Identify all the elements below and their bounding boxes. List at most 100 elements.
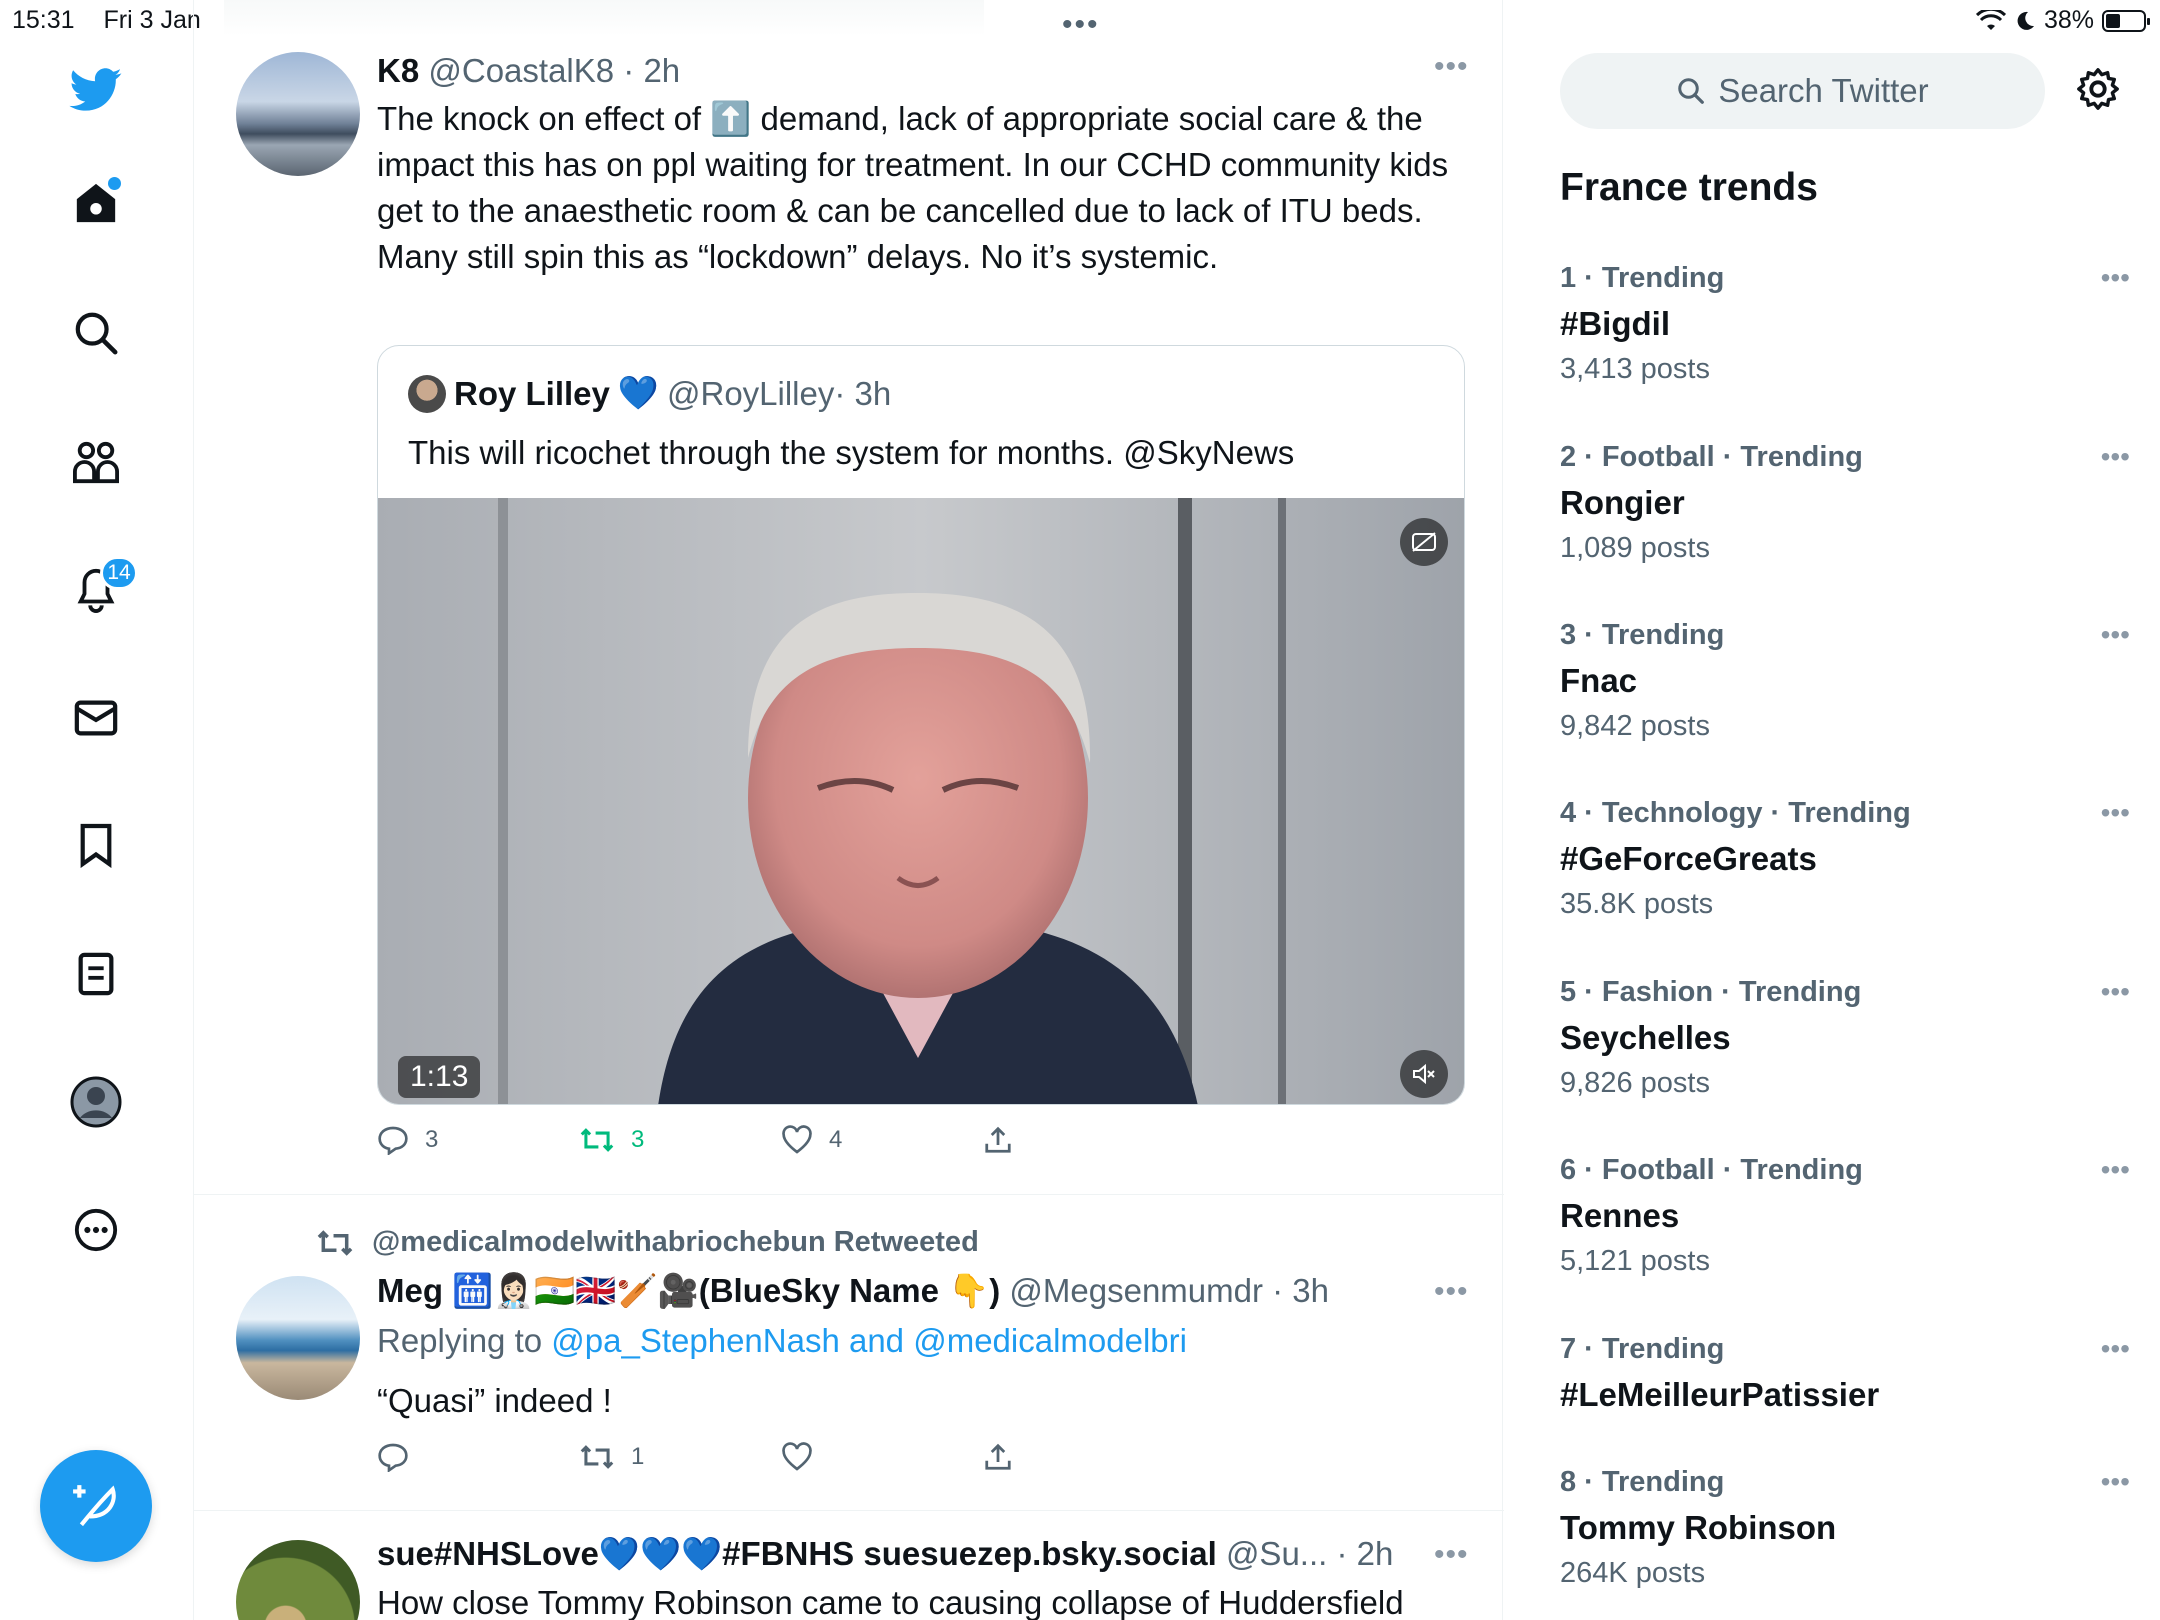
like-count: 4 [829,1126,843,1153]
video-player[interactable]: 1:13 [378,498,1464,1104]
quote-text: This will ricochet through the system fo… [408,434,1295,471]
explore-search-icon[interactable] [66,303,126,363]
like-button[interactable]: 4 [781,1125,983,1155]
tweet-time: · 3h [1262,1272,1330,1309]
reply-button[interactable] [377,1442,579,1472]
tweet-text: “Quasi” indeed ! [377,1382,612,1419]
share-button[interactable] [983,1125,1185,1155]
retweet-button[interactable]: 1 [579,1443,781,1471]
quote-tweet[interactable]: Roy Lilley 💙 @RoyLilley · 3h This will r… [377,345,1465,1105]
trend-more-icon[interactable]: ••• [2101,1333,2130,1365]
search-input[interactable]: Search Twitter [1560,53,2045,129]
trend-more-icon[interactable]: ••• [2101,441,2130,473]
author-handle[interactable]: @CoastalK8 [428,52,614,89]
trend-name: Fnac [1560,662,1638,699]
settings-gear-icon[interactable] [2075,66,2121,117]
retweet-button[interactable]: 3 [579,1126,781,1154]
tweet-divider [194,1510,1504,1511]
bookmarks-icon[interactable] [66,815,126,875]
trend-more-icon[interactable]: ••• [2101,797,2130,829]
lists-icon[interactable] [66,944,126,1004]
like-button[interactable] [781,1442,983,1472]
tweet-header: K8 @CoastalK8 · 2h [377,52,680,90]
quote-header: Roy Lilley 💙 @RoyLilley · 3h [408,374,891,413]
trend-name: #GeForceGreats [1560,840,1817,877]
trend-more-icon[interactable]: ••• [2101,619,2130,651]
trend-count: 9,826 posts [1560,1067,1710,1099]
home-icon[interactable] [66,173,126,233]
share-icon [985,1126,1011,1153]
tweet-more-icon[interactable]: ••• [1434,1538,1469,1572]
tweet-more-icon[interactable]: ••• [1434,50,1469,84]
trend-meta: 8 · Trending [1560,1466,1725,1498]
notifications-badge: 14 [100,556,138,590]
avatar[interactable] [236,1540,360,1620]
trend-count: 1,089 posts [1560,532,1710,564]
trend-meta: 6 · Football · Trending [1560,1154,1863,1186]
tweet-text: The knock on effect of ⬆️ demand, lack o… [377,100,1449,275]
reply-count: 3 [425,1126,439,1153]
heart-icon [782,1442,812,1471]
trend-name: #LeMeilleurPatissier [1560,1376,1880,1413]
mute-icon[interactable] [1400,1050,1448,1098]
trend-item[interactable]: 7 · Trending #LeMeilleurPatissier ••• [1560,1333,2130,1483]
quote-author-handle[interactable]: @RoyLilley [667,375,834,413]
trend-item[interactable]: 1 · Trending #Bigdil 3,413 posts ••• [1560,262,2130,412]
trend-more-icon[interactable]: ••• [2101,1466,2130,1498]
trend-meta: 3 · Trending [1560,619,1725,651]
tweet-text: How close Tommy Robinson came to causing… [377,1584,1404,1620]
quote-time: · 3h [834,374,892,412]
captions-icon[interactable] [1400,518,1448,566]
tweet-header: Meg 🛗👩🏻‍⚕️🇮🇳🇬🇧🏏🎥(BlueSky Name 👇) @Megsen… [377,1272,1329,1311]
reply-button[interactable]: 3 [377,1125,579,1155]
trend-item[interactable]: 8 · Trending Tommy Robinson 264K posts •… [1560,1466,2130,1616]
compose-feather-icon [73,1485,116,1527]
trend-count: 9,842 posts [1560,710,1710,742]
tweet-header: sue#NHSLove💙💙💙#FBNHS suesuezep.bsky.soci… [377,1535,1393,1574]
avatar[interactable] [236,1276,360,1400]
trend-item[interactable]: 3 · Trending Fnac 9,842 posts ••• [1560,619,2130,769]
retweeted-by-line[interactable]: @medicalmodelwithabriochebun Retweeted [316,1226,979,1259]
trend-count: 3,413 posts [1560,353,1710,385]
trend-item[interactable]: 4 · Technology · Trending #GeForceGreats… [1560,797,2130,947]
avatar[interactable] [236,52,360,176]
retweeted-by-text: @medicalmodelwithabriochebun Retweeted [372,1226,979,1258]
video-frame-person [378,498,1464,1104]
quote-avatar[interactable] [408,374,446,413]
blue-heart-emoji: 💙 [617,374,659,411]
twitter-logo-icon[interactable] [66,60,126,120]
notifications-bell-icon[interactable]: 14 [66,556,138,620]
author-name[interactable]: sue#NHSLove💙💙💙#FBNHS suesuezep.bsky.soci… [377,1535,1217,1572]
retweet-icon [580,1445,614,1469]
author-name[interactable]: K8 [377,52,419,89]
timeline: ••• K8 @CoastalK8 · 2h ••• The knock on … [193,0,1504,1620]
author-handle[interactable]: @Su... [1226,1535,1327,1572]
author-name[interactable]: Meg 🛗👩🏻‍⚕️🇮🇳🇬🇧🏏🎥(BlueSky Name 👇) [377,1272,1000,1309]
trend-more-icon[interactable]: ••• [2101,1154,2130,1186]
compose-tweet-button[interactable] [40,1450,152,1562]
tweet-actions: 1 [377,1442,1185,1472]
trend-more-icon[interactable]: ••• [2101,262,2130,294]
trend-more-icon[interactable]: ••• [2101,976,2130,1008]
more-options-icon[interactable] [66,1200,126,1260]
trend-count: 264K posts [1560,1557,1706,1589]
top-handle-dots-icon[interactable]: ••• [1062,8,1100,42]
trend-item[interactable]: 5 · Fashion · Trending Seychelles 9,826 … [1560,976,2130,1126]
tweet-more-icon[interactable]: ••• [1434,1275,1469,1309]
author-handle[interactable]: @Megsenmumdr [1009,1272,1263,1309]
quote-author-name[interactable]: Roy Lilley [454,375,610,413]
trend-name: Rennes [1560,1197,1680,1234]
trend-name: #Bigdil [1560,305,1671,342]
replying-to-links[interactable]: @pa_StephenNash and @medicalmodelbri [551,1322,1187,1359]
profile-avatar-icon[interactable] [66,1072,126,1132]
share-button[interactable] [983,1442,1185,1472]
messages-envelope-icon[interactable] [66,688,126,748]
retweet-small-icon [317,1229,353,1256]
trend-item[interactable]: 6 · Football · Trending Rennes 5,121 pos… [1560,1154,2130,1304]
tweet-divider [194,1194,1504,1195]
up-arrow-emoji: ⬆️ [710,100,752,137]
trend-item[interactable]: 2 · Football · Trending Rongier 1,089 po… [1560,441,2130,591]
twitter-ipad-screen: 15:31 Fri 3 Jan 38% 14 ••• K8 @CoastalK8… [0,0,2160,1620]
heart-icon [782,1125,812,1154]
communities-icon[interactable] [66,432,126,492]
